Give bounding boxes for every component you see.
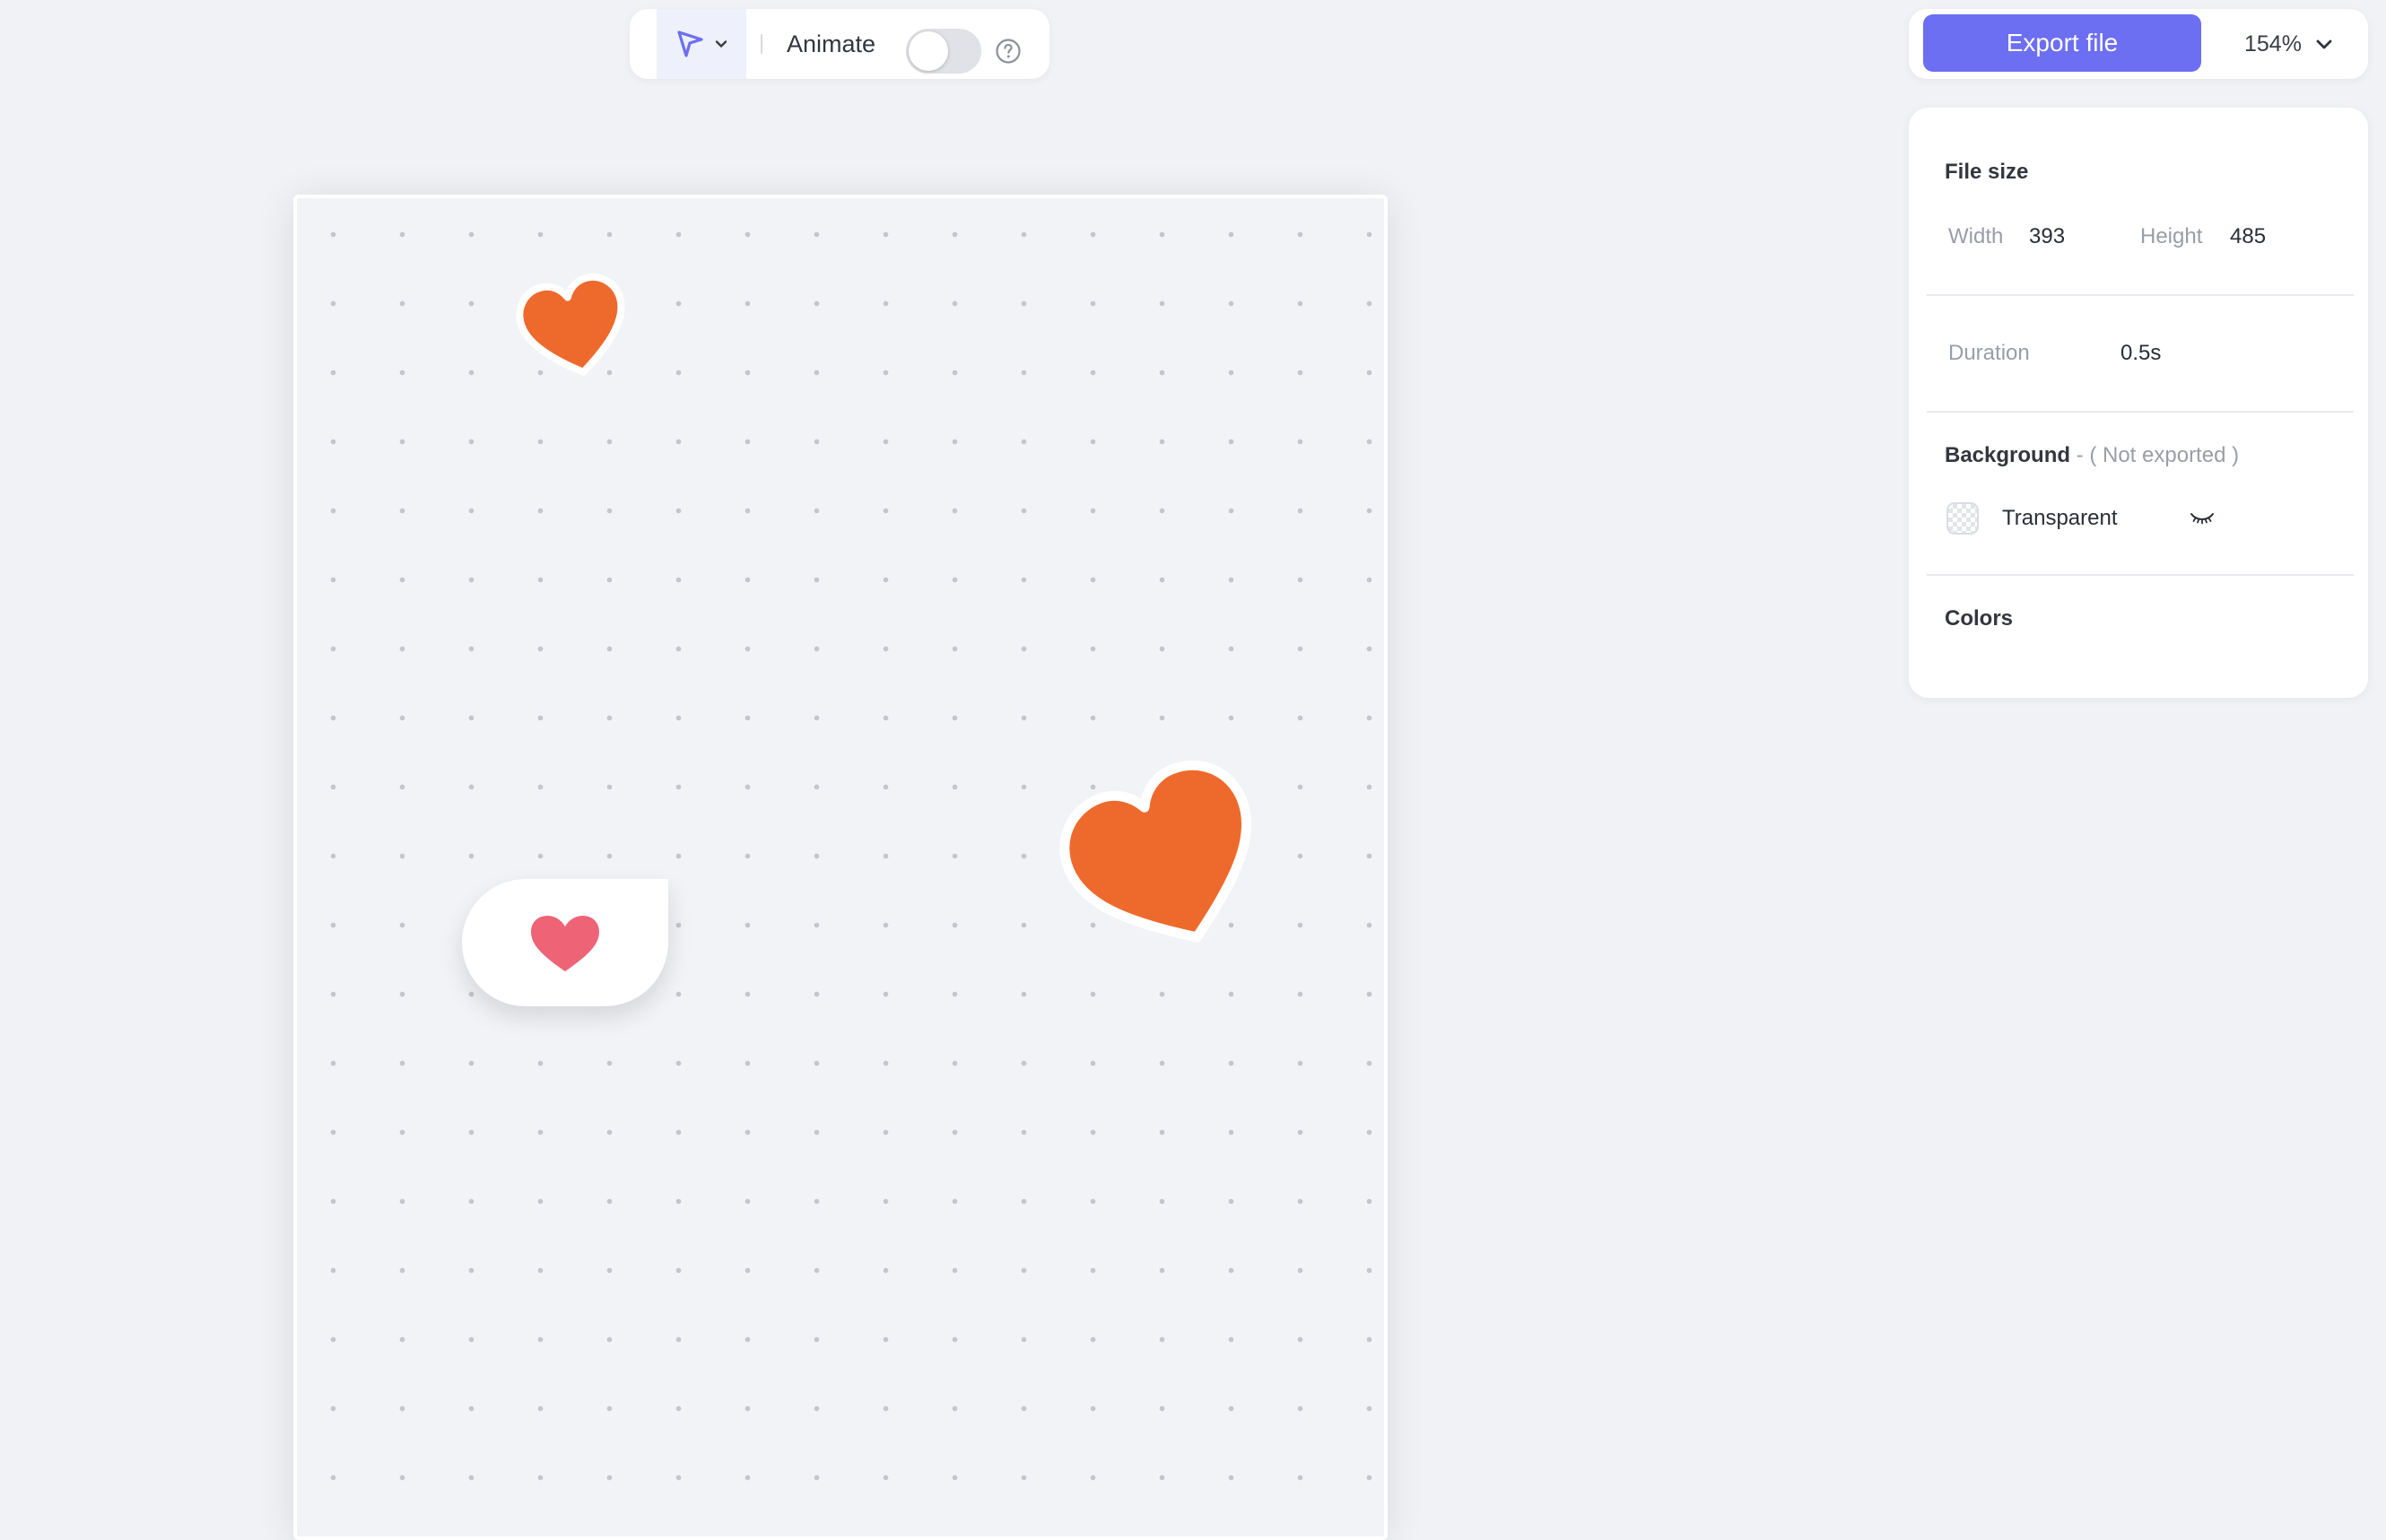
top-toolbar: Animate (630, 9, 1049, 79)
large-orange-heart-sticker[interactable] (1048, 744, 1281, 969)
properties-panel: File size Width 393 Height 485 Duration … (1909, 108, 2368, 698)
help-circle-icon[interactable] (995, 38, 1022, 65)
toolbar-divider (761, 34, 762, 54)
colors-title: Colors (1945, 606, 2014, 631)
export-file-button[interactable]: Export file (1923, 14, 2201, 72)
chevron-down-icon (715, 40, 727, 48)
panel-divider (1927, 411, 2354, 413)
eye-closed-icon[interactable] (2189, 506, 2216, 529)
background-note: - ( Not exported ) (2070, 443, 2240, 467)
zoom-value: 154% (2244, 30, 2302, 57)
animate-label: Animate (787, 30, 876, 57)
heart-icon (531, 916, 599, 971)
export-group: Export file 154% (1909, 9, 2368, 79)
height-value[interactable]: 485 (2230, 224, 2266, 249)
panel-divider (1927, 294, 2354, 296)
background-title-text: Background (1945, 443, 2071, 467)
toggle-knob (909, 31, 948, 71)
width-label: Width (1948, 224, 2004, 248)
small-orange-heart-sticker[interactable] (509, 260, 637, 387)
panel-divider (1927, 574, 2354, 576)
heart-bubble-sticker[interactable] (462, 879, 668, 1006)
width-value[interactable]: 393 (2029, 224, 2065, 249)
chevron-down-icon (2316, 39, 2332, 49)
duration-label: Duration (1948, 341, 2030, 365)
zoom-dropdown[interactable]: 154% (2244, 9, 2334, 79)
animate-toggle[interactable] (906, 29, 981, 74)
duration-value[interactable]: 0.5s (2120, 341, 2161, 366)
tool-selector[interactable] (657, 9, 746, 79)
file-size-title: File size (1945, 160, 2029, 184)
pointer-icon (677, 30, 703, 57)
background-value[interactable]: Transparent (2002, 506, 2118, 531)
background-title: Background - ( Not exported ) (1945, 443, 2239, 468)
transparent-swatch[interactable] (1946, 502, 1979, 535)
height-label: Height (2140, 224, 2203, 248)
